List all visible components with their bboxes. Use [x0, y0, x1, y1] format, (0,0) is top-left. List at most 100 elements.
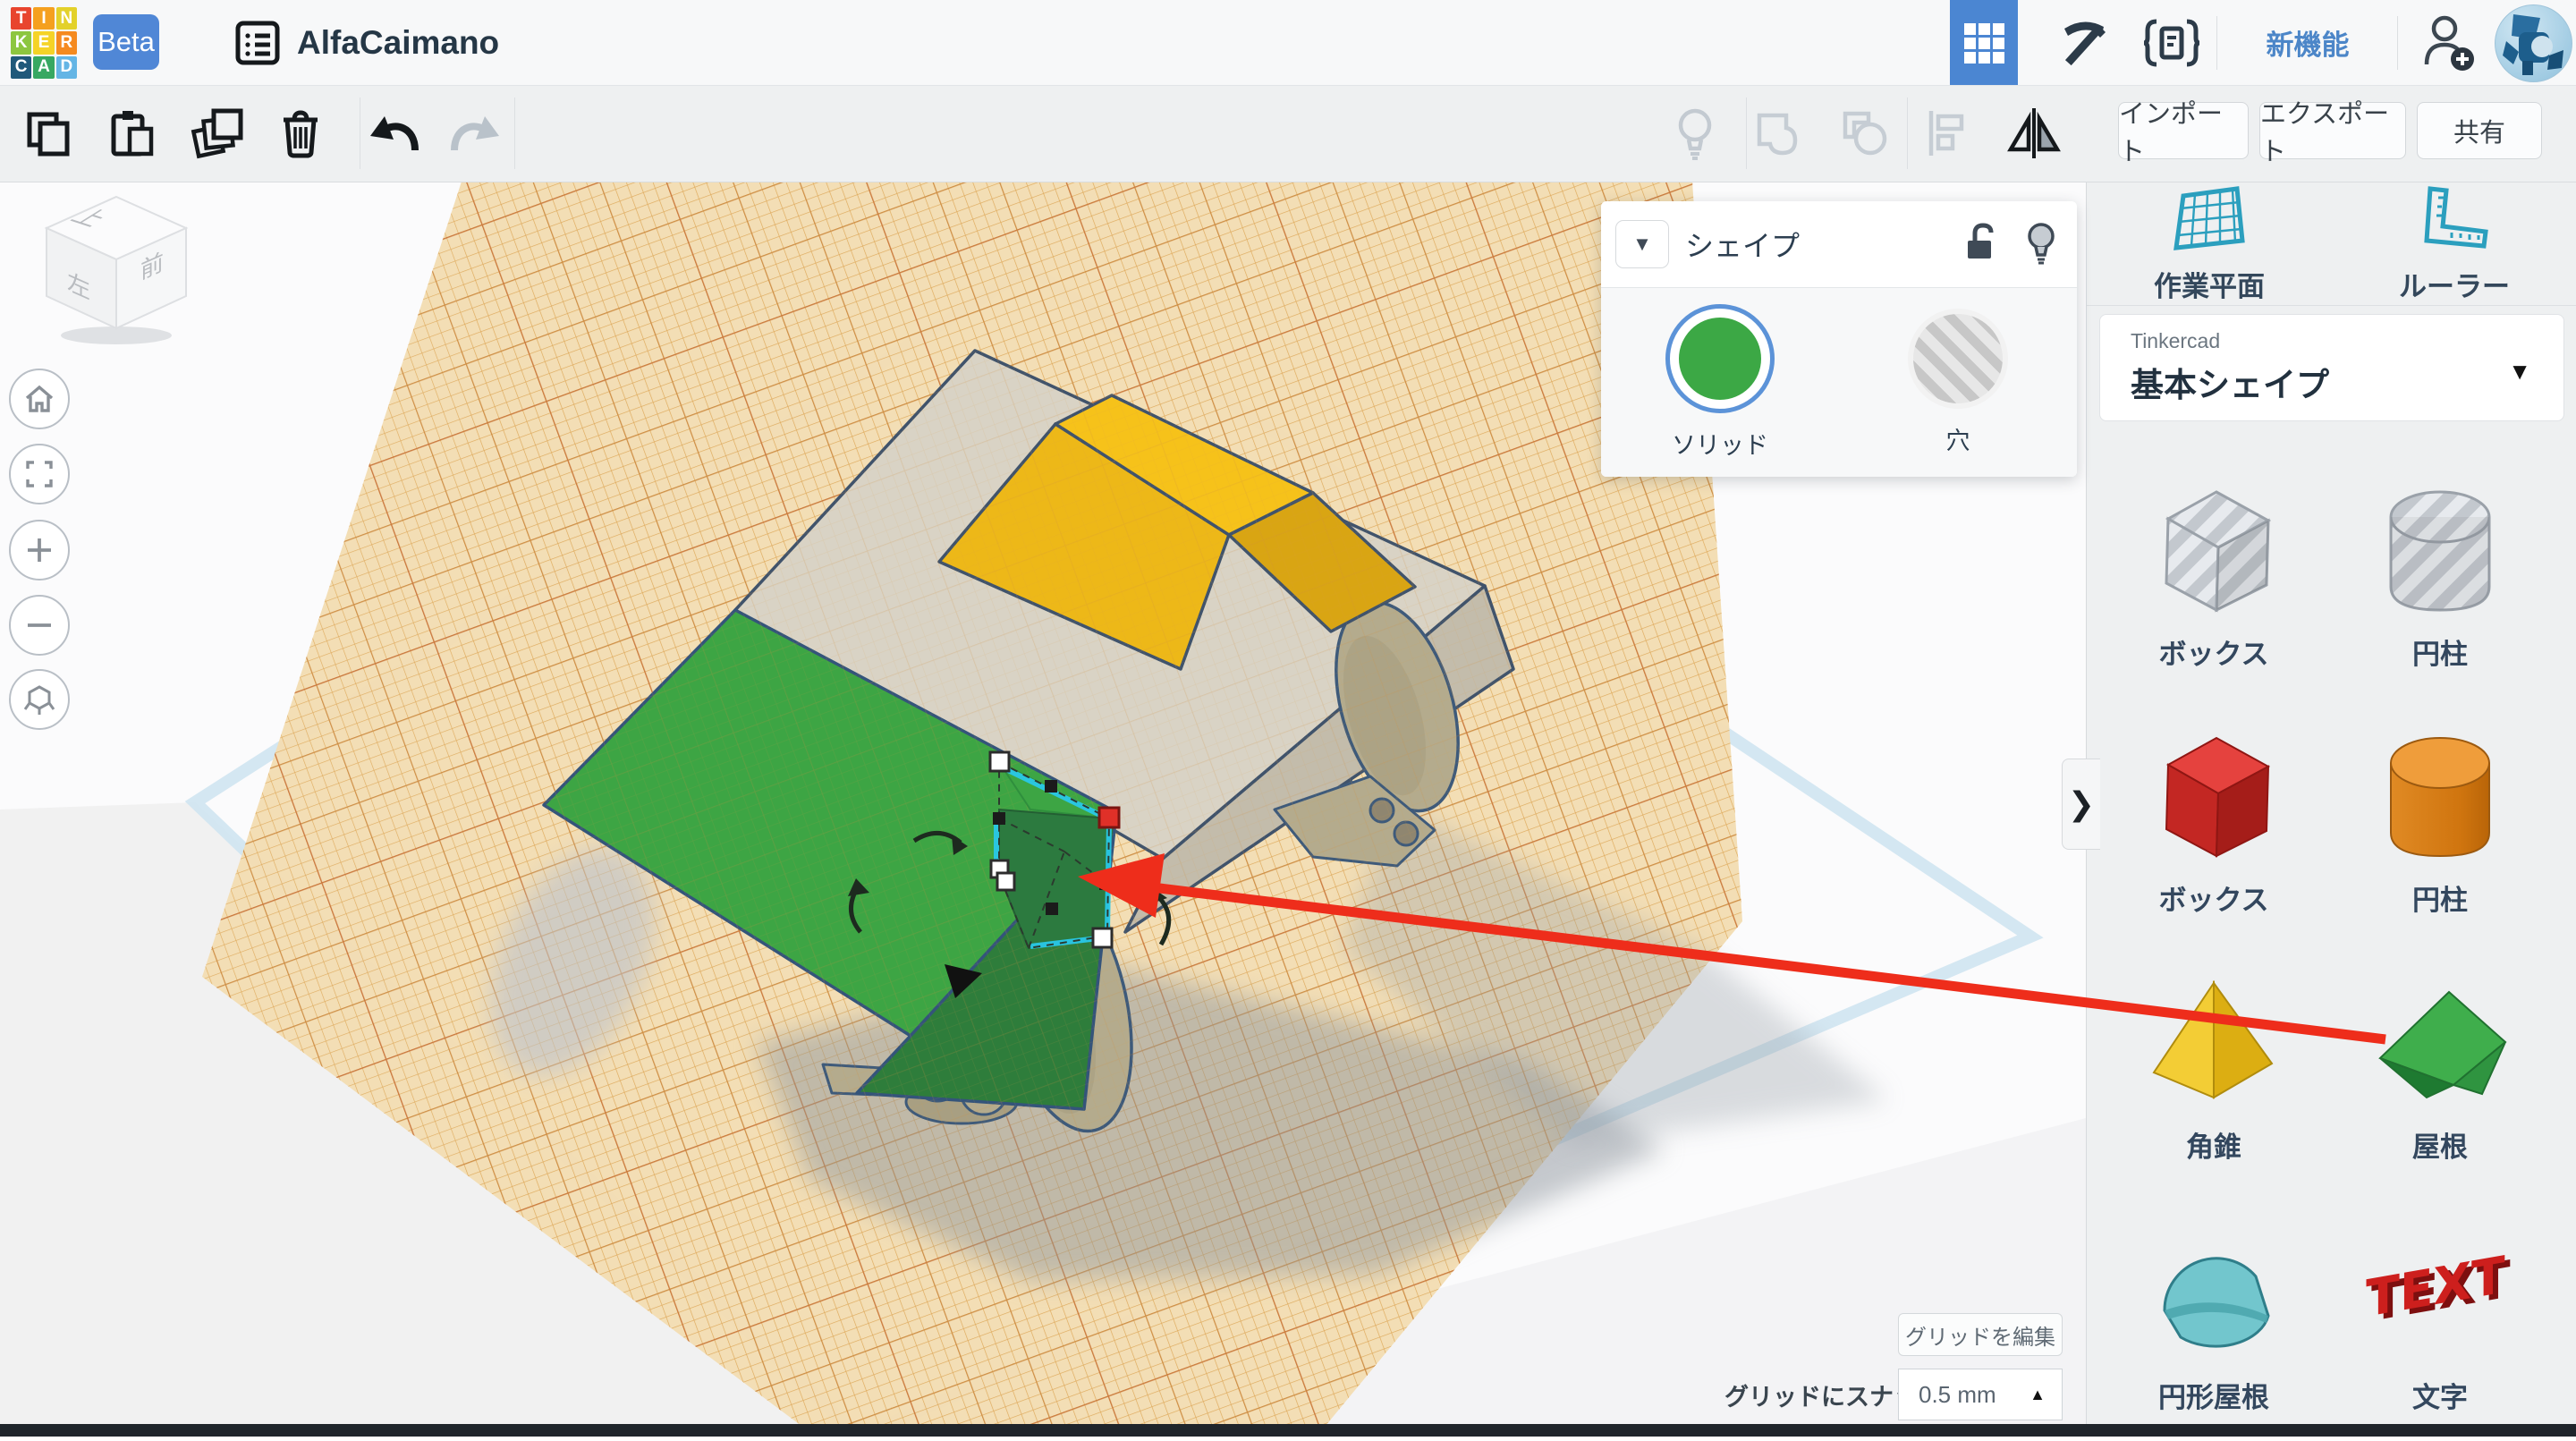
orange-cylinder-icon [2390, 737, 2490, 858]
toolbar-divider [514, 97, 515, 169]
logo-tile: C [11, 55, 32, 79]
header-divider [2397, 16, 2398, 70]
red-box-icon [2165, 736, 2271, 858]
dashboard-button[interactable] [1950, 0, 2018, 85]
bottom-strip [0, 1424, 2576, 1437]
codeblocks-button[interactable] [2129, 0, 2215, 85]
group-button[interactable] [1734, 85, 1817, 182]
logo-tile: D [55, 55, 77, 79]
logo-tile: A [33, 55, 55, 79]
beta-badge[interactable]: Beta [93, 14, 159, 70]
robot-avatar-image [2503, 14, 2563, 75]
snap-grid-value: 0.5 mm [1919, 1380, 1996, 1408]
ruler-tool[interactable]: ルーラー [2332, 182, 2576, 305]
share-button[interactable]: 共有 [2417, 102, 2542, 159]
sidebar-collapse-button[interactable]: ❯ [2062, 759, 2100, 850]
logo-tile: R [55, 31, 77, 55]
shape-label: 円柱 [2412, 885, 2468, 916]
paste-button[interactable] [89, 85, 172, 182]
ungroup-button[interactable] [1824, 85, 1906, 182]
new-features-link[interactable]: 新機能 [2236, 0, 2379, 85]
zoom-out-button[interactable] [9, 595, 70, 656]
library-name: 基本シェイプ [2131, 367, 2329, 403]
undo-icon [370, 116, 419, 151]
logo-tile: N [55, 7, 77, 30]
shape-tile-roof[interactable]: 屋根 [2328, 967, 2552, 1191]
invite-button[interactable] [2408, 0, 2488, 85]
logo-tile: E [33, 31, 55, 55]
shape-tile-hole-cylinder[interactable]: 円柱 [2328, 474, 2552, 698]
panel-collapse-button[interactable]: ▼ [1615, 220, 1669, 268]
copy-button[interactable] [7, 85, 89, 182]
fit-view-button[interactable] [9, 444, 70, 504]
chevron-down-icon: ▼ [2508, 358, 2531, 385]
zoom-in-button[interactable] [9, 520, 70, 581]
tinkercad-logo[interactable]: T I N K E R C A D [11, 7, 77, 79]
perspective-toggle-button[interactable] [9, 669, 70, 730]
home-view-button[interactable] [9, 369, 70, 429]
duplicate-button[interactable] [177, 85, 259, 182]
logo-tile: I [33, 7, 55, 30]
solid-option[interactable]: ソリッド [1601, 288, 1839, 477]
ruler-icon [2424, 185, 2488, 249]
redo-button[interactable] [435, 85, 517, 182]
delete-button[interactable] [259, 85, 342, 182]
height-handle-red[interactable] [1097, 806, 1121, 829]
hole-cylinder-icon [2389, 490, 2491, 612]
chevron-right-icon: ❯ [2067, 785, 2096, 822]
visibility-lightbulb-icon[interactable] [2025, 221, 2057, 267]
unlock-icon[interactable] [1962, 221, 2002, 267]
workplane-icon [2174, 185, 2245, 250]
tinker-button[interactable] [2039, 0, 2125, 85]
view-cube[interactable]: 上 左 前 [27, 192, 206, 349]
shape-tile-round-roof[interactable]: 円形屋根 [2102, 1217, 2326, 1441]
pyramid-icon [2152, 979, 2274, 1099]
header-divider [2216, 16, 2217, 70]
plus-icon [28, 538, 51, 562]
fit-view-icon [26, 461, 53, 487]
group-icon [1757, 113, 1798, 156]
svg-text:TEXT: TEXT [2366, 1246, 2505, 1329]
shapes-sidebar: 作業平面 ルーラー Tinkercad 基本シェイプ ▼ ボックス 円柱 ボック… [2086, 182, 2576, 1437]
show-all-button[interactable] [1654, 85, 1736, 182]
import-button[interactable]: インポート [2118, 100, 2249, 166]
hole-option[interactable]: 穴 [1839, 288, 2077, 477]
export-button[interactable]: エクスポート [2259, 100, 2406, 166]
edit-toolbar: インポート エクスポート 共有 [0, 85, 2576, 182]
home-icon [25, 385, 54, 412]
round-roof-icon [2163, 1257, 2270, 1348]
undo-button[interactable] [352, 85, 435, 182]
align-button[interactable] [1907, 85, 1989, 182]
shape-tile-red-box[interactable]: ボックス [2102, 720, 2326, 944]
roof-icon [2378, 990, 2507, 1099]
mirror-button[interactable] [1993, 85, 2075, 182]
shape-label: 文字 [2412, 1382, 2468, 1413]
align-icon [1928, 111, 1964, 156]
header-bar: T I N K E R C A D Beta AlfaCaimano 新機能 [0, 0, 2576, 86]
list-icon [235, 21, 280, 64]
avatar[interactable] [2495, 4, 2572, 82]
add-person-icon [2424, 15, 2474, 71]
shape-label: ボックス [2158, 639, 2269, 670]
edit-grid-button[interactable]: グリッドを編集 [1898, 1313, 2063, 1356]
design-title[interactable]: AlfaCaimano [297, 0, 499, 85]
lightbulb-icon [1678, 108, 1712, 160]
shape-tile-hole-box[interactable]: ボックス [2102, 474, 2326, 698]
shape-tile-pyramid[interactable]: 角錐 [2102, 967, 2326, 1191]
ungroup-icon [1843, 111, 1887, 156]
design-properties-button[interactable] [215, 0, 301, 85]
shape-inspector-panel: ▼ シェイプ ソリッド 穴 [1601, 201, 2077, 477]
shape-label: 円柱 [2412, 639, 2468, 670]
workplane-tool[interactable]: 作業平面 [2087, 182, 2332, 305]
minus-icon [28, 623, 51, 627]
shape-library-dropdown[interactable]: Tinkercad 基本シェイプ ▼ [2099, 314, 2564, 421]
shape-tile-text[interactable]: TEXT TEXT 文字 [2328, 1217, 2552, 1441]
hole-box-icon [2165, 490, 2272, 613]
redo-icon [451, 116, 499, 151]
shape-label: 屋根 [2412, 1132, 2468, 1163]
copy-icon [27, 112, 70, 157]
codeblocks-icon [2143, 19, 2200, 66]
logo-tile: T [11, 7, 32, 30]
snap-grid-dropdown[interactable]: 0.5 mm ▲ [1898, 1369, 2063, 1420]
shape-tile-orange-cylinder[interactable]: 円柱 [2328, 720, 2552, 944]
